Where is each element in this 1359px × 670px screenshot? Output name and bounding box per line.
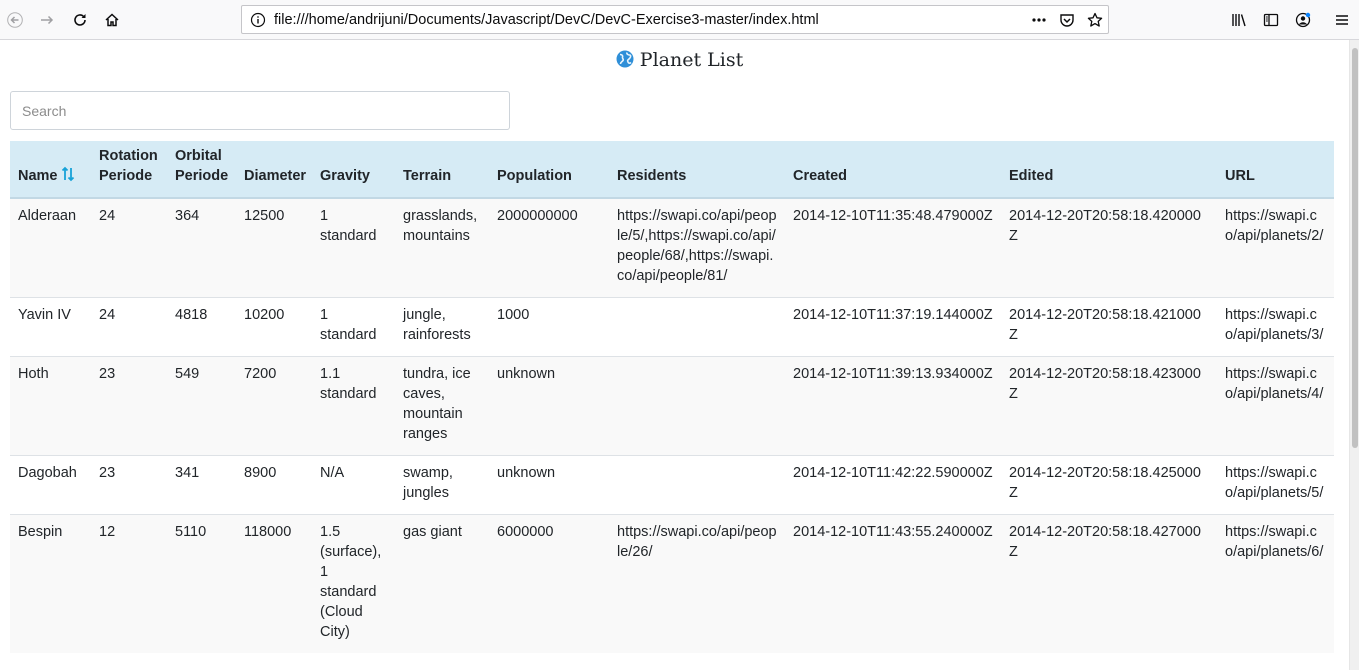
cell-url: https://swapi.co/api/planets/3/ <box>1217 297 1334 357</box>
cell-name: Yavin IV <box>10 297 91 357</box>
cell-edited: 2014-12-20T20:58:18.423000Z <box>1001 356 1217 456</box>
cell-created: 2014-12-10T11:35:48.479000Z <box>785 197 1001 298</box>
table-row: Bespin 12 5110 118000 1.5 (surface), 1 s… <box>10 514 1334 653</box>
cell-created: 2014-12-10T11:43:55.240000Z <box>785 514 1001 653</box>
library-icon[interactable] <box>1226 7 1252 33</box>
home-icon[interactable] <box>99 7 125 33</box>
cell-gravity: 1 standard <box>312 297 395 357</box>
table-row: Dagobah 23 341 8900 N/A swamp, jungles u… <box>10 455 1334 515</box>
pocket-icon[interactable] <box>1059 12 1075 28</box>
scrollbar-thumb[interactable] <box>1352 48 1358 448</box>
cell-rotation: 24 <box>91 297 167 357</box>
cell-population: unknown <box>489 356 609 456</box>
cell-terrain: tundra, ice caves, mountain ranges <box>395 356 489 456</box>
page-title-text: Planet List <box>639 49 744 71</box>
table-body: Alderaan 24 364 12500 1 standard grassla… <box>10 197 1334 653</box>
cell-orbital: 549 <box>167 356 236 456</box>
cell-residents <box>609 455 785 515</box>
cell-created: 2014-12-10T11:39:13.934000Z <box>785 356 1001 456</box>
cell-url: https://swapi.co/api/planets/4/ <box>1217 356 1334 456</box>
cell-edited: 2014-12-20T20:58:18.425000Z <box>1001 455 1217 515</box>
page-title: Planet List <box>0 49 1349 71</box>
cell-name: Hoth <box>10 356 91 456</box>
back-icon[interactable] <box>2 7 28 33</box>
cell-orbital: 4818 <box>167 297 236 357</box>
column-header-name[interactable]: Name <box>10 141 91 199</box>
column-header-rotation: Rotation Periode <box>91 141 167 199</box>
cell-diameter: 10200 <box>236 297 312 357</box>
column-header-diameter: Diameter <box>236 141 312 199</box>
column-header-edited: Edited <box>1001 141 1217 199</box>
cell-population: 2000000000 <box>489 197 609 298</box>
planet-table: Name Rotation Periode Orbital Periode Di… <box>10 141 1334 653</box>
cell-gravity: N/A <box>312 455 395 515</box>
cell-population: unknown <box>489 455 609 515</box>
cell-gravity: 1 standard <box>312 197 395 298</box>
sort-icon[interactable] <box>61 166 75 182</box>
cell-residents: https://swapi.co/api/people/26/ <box>609 514 785 653</box>
cell-diameter: 7200 <box>236 356 312 456</box>
cell-population: 1000 <box>489 297 609 357</box>
forward-icon[interactable] <box>34 7 60 33</box>
globe-icon <box>616 50 634 68</box>
reload-icon[interactable] <box>67 7 93 33</box>
cell-rotation: 12 <box>91 514 167 653</box>
cell-terrain: jungle, rainforests <box>395 297 489 357</box>
table-header: Name Rotation Periode Orbital Periode Di… <box>10 141 1334 199</box>
cell-name: Alderaan <box>10 197 91 298</box>
more-icon[interactable] <box>1031 12 1047 28</box>
cell-url: https://swapi.co/api/planets/5/ <box>1217 455 1334 515</box>
cell-population: 6000000 <box>489 514 609 653</box>
cell-diameter: 12500 <box>236 197 312 298</box>
cell-edited: 2014-12-20T20:58:18.427000Z <box>1001 514 1217 653</box>
column-header-url: URL <box>1217 141 1334 199</box>
cell-orbital: 341 <box>167 455 236 515</box>
table-row: Yavin IV 24 4818 10200 1 standard jungle… <box>10 297 1334 357</box>
cell-url: https://swapi.co/api/planets/2/ <box>1217 197 1334 298</box>
cell-residents <box>609 356 785 456</box>
cell-orbital: 364 <box>167 197 236 298</box>
table-row: Alderaan 24 364 12500 1 standard grassla… <box>10 197 1334 298</box>
cell-diameter: 118000 <box>236 514 312 653</box>
column-header-population: Population <box>489 141 609 199</box>
column-header-gravity: Gravity <box>312 141 395 199</box>
sidebar-icon[interactable] <box>1258 7 1284 33</box>
cell-gravity: 1.5 (surface), 1 standard (Cloud City) <box>312 514 395 653</box>
cell-edited: 2014-12-20T20:58:18.420000Z <box>1001 197 1217 298</box>
cell-residents: https://swapi.co/api/people/5/,https://s… <box>609 197 785 298</box>
cell-orbital: 5110 <box>167 514 236 653</box>
page-scrollbar[interactable] <box>1349 40 1359 670</box>
column-header-terrain: Terrain <box>395 141 489 199</box>
bookmark-star-icon[interactable] <box>1087 12 1103 28</box>
browser-toolbar: file:///home/andrijuni/Documents/Javascr… <box>0 0 1359 40</box>
menu-icon[interactable] <box>1329 7 1355 33</box>
column-header-orbital: Orbital Periode <box>167 141 236 199</box>
cell-created: 2014-12-10T11:42:22.590000Z <box>785 455 1001 515</box>
cell-rotation: 23 <box>91 455 167 515</box>
url-bar[interactable]: file:///home/andrijuni/Documents/Javascr… <box>241 5 1109 34</box>
search-input[interactable] <box>10 91 510 130</box>
cell-created: 2014-12-10T11:37:19.144000Z <box>785 297 1001 357</box>
cell-residents <box>609 297 785 357</box>
cell-url: https://swapi.co/api/planets/6/ <box>1217 514 1334 653</box>
table-row: Hoth 23 549 7200 1.1 standard tundra, ic… <box>10 356 1334 456</box>
cell-terrain: gas giant <box>395 514 489 653</box>
cell-rotation: 23 <box>91 356 167 456</box>
account-icon[interactable] <box>1290 7 1316 33</box>
cell-gravity: 1.1 standard <box>312 356 395 456</box>
cell-diameter: 8900 <box>236 455 312 515</box>
cell-edited: 2014-12-20T20:58:18.421000Z <box>1001 297 1217 357</box>
cell-terrain: grasslands, mountains <box>395 197 489 298</box>
info-icon[interactable] <box>250 12 266 28</box>
cell-terrain: swamp, jungles <box>395 455 489 515</box>
cell-name: Dagobah <box>10 455 91 515</box>
url-text[interactable]: file:///home/andrijuni/Documents/Javascr… <box>274 12 819 28</box>
page-content: Planet List Name Rotation Periode Orbita… <box>0 40 1349 670</box>
cell-name: Bespin <box>10 514 91 653</box>
column-header-residents: Residents <box>609 141 785 199</box>
column-header-created: Created <box>785 141 1001 199</box>
cell-rotation: 24 <box>91 197 167 298</box>
